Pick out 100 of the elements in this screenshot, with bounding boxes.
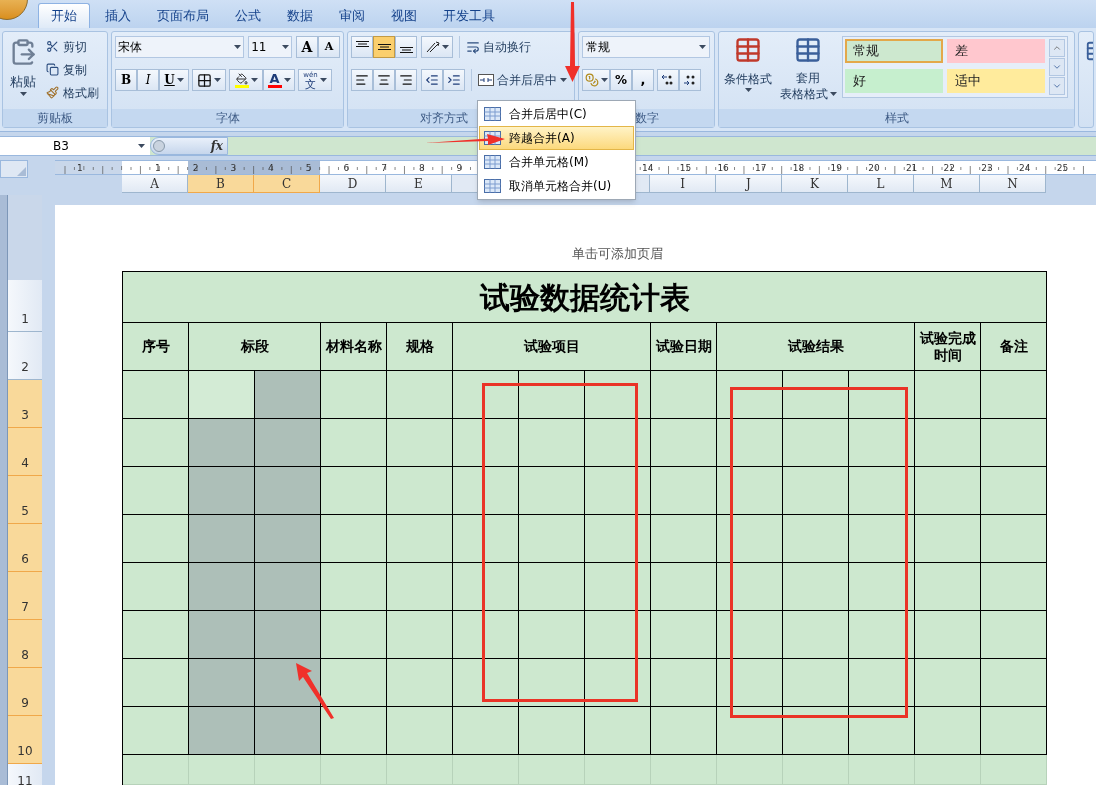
table-cell[interactable]	[717, 419, 783, 467]
table-cell[interactable]	[189, 611, 255, 659]
align-right-button[interactable]	[395, 69, 417, 91]
table-cell[interactable]	[255, 419, 321, 467]
column-header[interactable]: I	[650, 175, 716, 193]
ribbon-tab[interactable]: 插入	[94, 3, 142, 28]
table-cell[interactable]	[717, 659, 783, 707]
table-cell[interactable]	[123, 515, 189, 563]
row-header[interactable]: 6	[8, 524, 42, 572]
column-header[interactable]: C	[254, 175, 320, 193]
table-cell[interactable]	[783, 707, 849, 755]
table-cell[interactable]	[255, 371, 321, 419]
percent-button[interactable]: %	[610, 69, 632, 91]
table-cell[interactable]	[453, 611, 519, 659]
underline-button[interactable]: U	[159, 69, 189, 91]
decrease-decimal-button[interactable]	[679, 69, 701, 91]
row-header[interactable]: 1	[8, 280, 42, 332]
column-header[interactable]: L	[848, 175, 914, 193]
table-cell[interactable]	[915, 419, 981, 467]
table-cell[interactable]	[981, 515, 1047, 563]
table-cell[interactable]	[387, 563, 453, 611]
table-cell[interactable]	[849, 707, 915, 755]
table-cell[interactable]	[717, 371, 783, 419]
table-cell[interactable]	[453, 563, 519, 611]
insert-function-button[interactable]: fx	[210, 137, 223, 155]
cell-style-option[interactable]: 差	[947, 39, 1045, 63]
table-cell[interactable]	[651, 371, 717, 419]
table-cell[interactable]	[453, 515, 519, 563]
number-format-field[interactable]: 常规	[582, 36, 710, 58]
table-cell[interactable]	[189, 371, 255, 419]
table-cell[interactable]	[519, 467, 585, 515]
table-cell[interactable]	[519, 563, 585, 611]
row-header[interactable]: 7	[8, 572, 42, 620]
table-cell[interactable]	[321, 467, 387, 515]
table-cell[interactable]	[321, 515, 387, 563]
font-size-field[interactable]: 11	[248, 36, 292, 58]
table-cell[interactable]	[189, 659, 255, 707]
table-cell[interactable]	[255, 563, 321, 611]
cell-style-option[interactable]: 好	[845, 69, 943, 93]
column-header[interactable]: N	[980, 175, 1046, 193]
name-box[interactable]: B3	[0, 137, 132, 155]
clipboard-action[interactable]: 格式刷	[44, 82, 99, 103]
header-placeholder[interactable]: 单击可添加页眉	[571, 244, 663, 264]
table-cell[interactable]	[651, 707, 717, 755]
table-cell[interactable]	[651, 563, 717, 611]
table-cell[interactable]	[981, 467, 1047, 515]
ribbon-tab[interactable]: 视图	[380, 3, 428, 28]
table-cell[interactable]	[519, 707, 585, 755]
table-cell[interactable]	[783, 419, 849, 467]
orientation-button[interactable]	[421, 36, 453, 58]
paste-button[interactable]: 粘贴	[6, 36, 40, 103]
slider-knob-icon[interactable]	[153, 140, 165, 152]
table-cell[interactable]	[123, 419, 189, 467]
table-cell[interactable]	[981, 563, 1047, 611]
vertical-align-button[interactable]	[351, 36, 373, 58]
vertical-align-button[interactable]	[395, 36, 417, 58]
table-cell[interactable]	[651, 659, 717, 707]
ribbon-tab[interactable]: 开发工具	[432, 3, 506, 28]
table-cell[interactable]	[321, 707, 387, 755]
table-cell[interactable]	[189, 515, 255, 563]
table-cell[interactable]	[717, 707, 783, 755]
table-cell[interactable]	[717, 515, 783, 563]
ribbon-tab[interactable]: 公式	[224, 3, 272, 28]
table-cell[interactable]	[519, 371, 585, 419]
table-cell[interactable]	[585, 515, 651, 563]
table-cell[interactable]	[453, 707, 519, 755]
table-cell[interactable]	[915, 515, 981, 563]
conditional-format-button[interactable]: 条件格式	[722, 36, 774, 92]
table-cell[interactable]	[585, 611, 651, 659]
table-cell[interactable]	[915, 707, 981, 755]
table-cell[interactable]	[189, 467, 255, 515]
table-cell[interactable]	[585, 419, 651, 467]
table-cell[interactable]	[915, 371, 981, 419]
table-cell[interactable]	[255, 659, 321, 707]
row-header[interactable]: 2	[8, 332, 42, 380]
table-cell[interactable]	[387, 371, 453, 419]
table-cell[interactable]	[123, 371, 189, 419]
column-header[interactable]: M	[914, 175, 980, 193]
table-cell[interactable]	[915, 563, 981, 611]
row-header[interactable]: 3	[8, 380, 42, 428]
menu-item[interactable]: 跨越合并(A)	[479, 126, 634, 150]
table-cell[interactable]	[453, 371, 519, 419]
table-cell[interactable]	[981, 371, 1047, 419]
borders-button[interactable]	[192, 69, 226, 91]
table-cell[interactable]	[849, 467, 915, 515]
table-cell[interactable]	[255, 467, 321, 515]
grow-font-button[interactable]: A	[296, 36, 318, 58]
table-cell[interactable]	[387, 467, 453, 515]
font-color-button[interactable]: A	[263, 69, 295, 91]
column-header[interactable]: K	[782, 175, 848, 193]
table-cell[interactable]	[123, 707, 189, 755]
table-cell[interactable]	[321, 611, 387, 659]
row-header[interactable]: 4	[8, 428, 42, 476]
table-cell[interactable]	[915, 611, 981, 659]
table-cell[interactable]	[981, 659, 1047, 707]
row-header[interactable]: 11	[8, 764, 42, 785]
italic-button[interactable]: I	[137, 69, 159, 91]
table-cell[interactable]	[453, 419, 519, 467]
table-cell[interactable]	[123, 467, 189, 515]
table-cell[interactable]	[651, 515, 717, 563]
